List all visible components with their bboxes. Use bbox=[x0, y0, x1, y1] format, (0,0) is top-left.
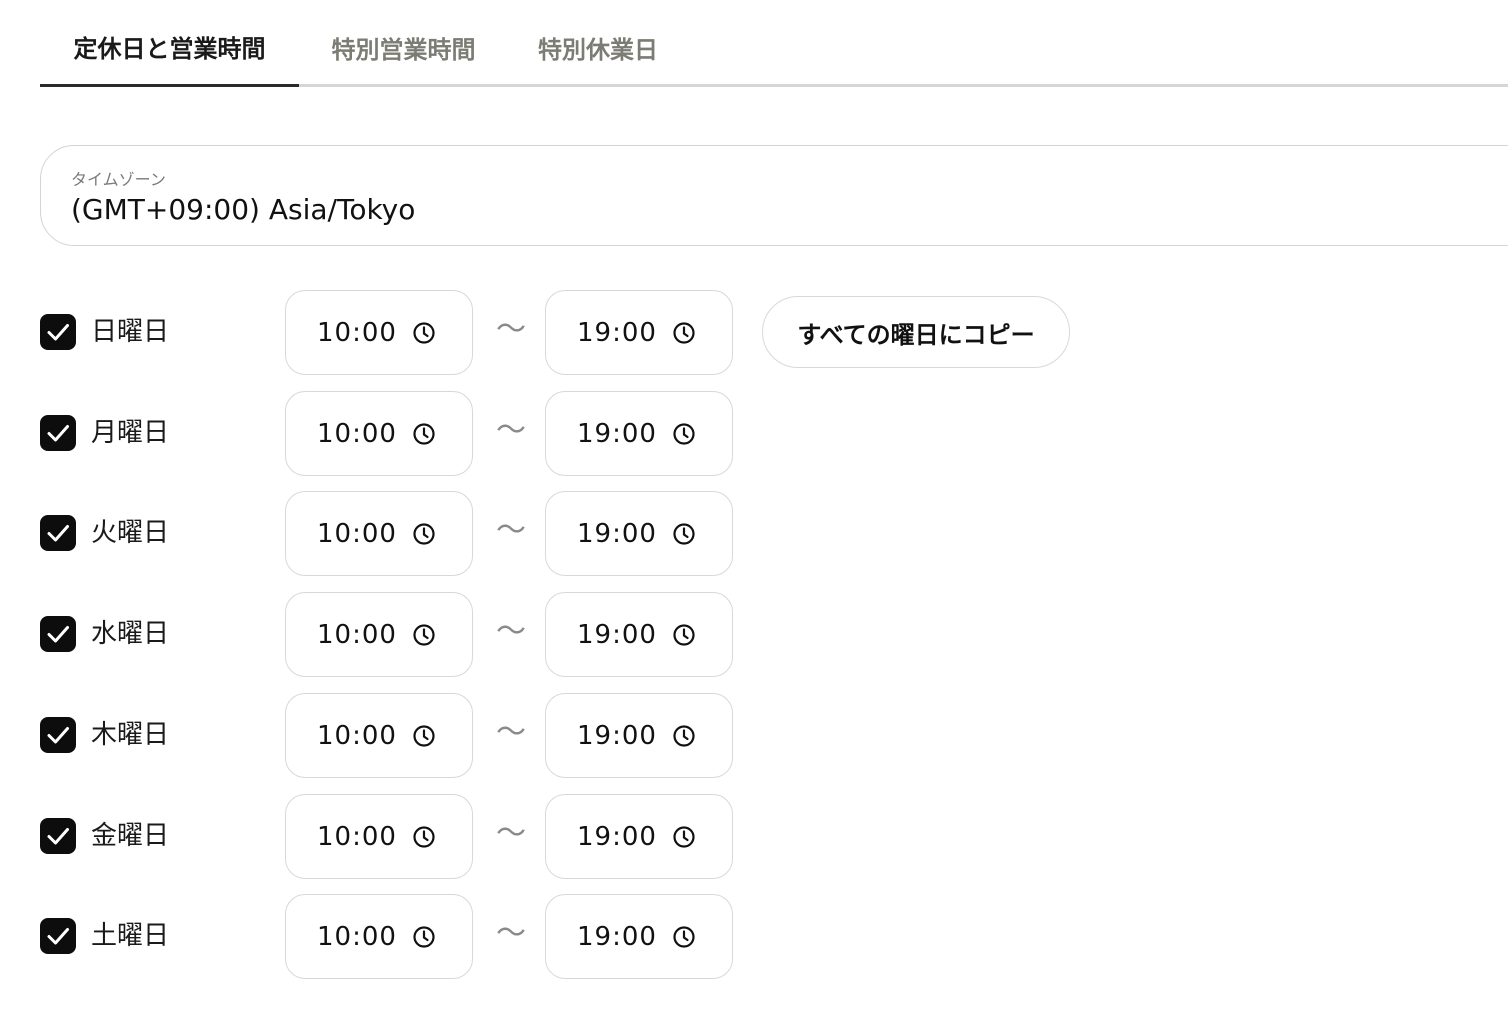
end-time-value: 19:00 bbox=[577, 721, 657, 751]
check-icon bbox=[47, 928, 69, 945]
end-time-input[interactable]: 19:00 bbox=[545, 592, 733, 677]
range-separator: 〜 bbox=[496, 916, 526, 951]
clock-icon bbox=[673, 725, 695, 747]
timezone-select[interactable]: タイムゾーン (GMT+09:00) Asia/Tokyo bbox=[40, 145, 1508, 246]
day-checkbox[interactable] bbox=[40, 717, 76, 753]
clock-icon bbox=[673, 523, 695, 545]
end-time-input[interactable]: 19:00 bbox=[545, 693, 733, 778]
clock-icon bbox=[413, 423, 435, 445]
start-time-value: 10:00 bbox=[317, 721, 397, 751]
clock-icon bbox=[673, 624, 695, 646]
clock-icon bbox=[413, 523, 435, 545]
start-time-input[interactable]: 10:00 bbox=[285, 391, 473, 476]
start-time-input[interactable]: 10:00 bbox=[285, 592, 473, 677]
tab-special-hours[interactable]: 特別営業時間 bbox=[299, 0, 508, 87]
clock-icon bbox=[673, 926, 695, 948]
clock-icon bbox=[673, 826, 695, 848]
end-time-value: 19:00 bbox=[577, 318, 657, 348]
day-label: 月曜日 bbox=[91, 418, 170, 448]
timezone-label: タイムゾーン bbox=[71, 170, 166, 189]
clock-icon bbox=[673, 423, 695, 445]
tab-label: 特別営業時間 bbox=[331, 36, 476, 64]
end-time-input[interactable]: 19:00 bbox=[545, 391, 733, 476]
check-icon bbox=[47, 626, 69, 643]
check-icon bbox=[47, 425, 69, 442]
end-time-value: 19:00 bbox=[577, 519, 657, 549]
business-hours-page: 定休日と営業時間 特別営業時間 特別休業日 タイムゾーン (GMT+09:00)… bbox=[0, 0, 1508, 1022]
day-row-monday: 月曜日 10:00 〜 19:00 bbox=[0, 391, 1508, 476]
end-time-value: 19:00 bbox=[577, 922, 657, 952]
range-separator: 〜 bbox=[496, 715, 526, 750]
range-separator: 〜 bbox=[496, 513, 526, 548]
start-time-value: 10:00 bbox=[317, 318, 397, 348]
end-time-input[interactable]: 19:00 bbox=[545, 491, 733, 576]
check-icon bbox=[47, 324, 69, 341]
check-icon bbox=[47, 828, 69, 845]
end-time-input[interactable]: 19:00 bbox=[545, 290, 733, 375]
tab-label: 定休日と営業時間 bbox=[73, 34, 266, 63]
start-time-input[interactable]: 10:00 bbox=[285, 693, 473, 778]
day-label: 火曜日 bbox=[91, 518, 170, 548]
start-time-value: 10:00 bbox=[317, 519, 397, 549]
tab-label: 特別休業日 bbox=[538, 36, 658, 64]
timezone-value: (GMT+09:00) Asia/Tokyo bbox=[71, 193, 416, 226]
day-row-wednesday: 水曜日 10:00 〜 19:00 bbox=[0, 592, 1508, 677]
range-separator: 〜 bbox=[496, 614, 526, 649]
start-time-value: 10:00 bbox=[317, 620, 397, 650]
day-row-tuesday: 火曜日 10:00 〜 19:00 bbox=[0, 491, 1508, 576]
end-time-value: 19:00 bbox=[577, 822, 657, 852]
clock-icon bbox=[413, 725, 435, 747]
day-label: 水曜日 bbox=[91, 619, 170, 649]
day-checkbox[interactable] bbox=[40, 415, 76, 451]
day-row-sunday: 日曜日 10:00 〜 19:00 すべての曜日にコピー bbox=[0, 290, 1508, 375]
check-icon bbox=[47, 525, 69, 542]
clock-icon bbox=[413, 322, 435, 344]
start-time-input[interactable]: 10:00 bbox=[285, 894, 473, 979]
day-label: 土曜日 bbox=[91, 921, 170, 951]
day-row-saturday: 土曜日 10:00 〜 19:00 bbox=[0, 894, 1508, 979]
end-time-value: 19:00 bbox=[577, 620, 657, 650]
start-time-input[interactable]: 10:00 bbox=[285, 794, 473, 879]
day-checkbox[interactable] bbox=[40, 918, 76, 954]
start-time-value: 10:00 bbox=[317, 922, 397, 952]
check-icon bbox=[47, 727, 69, 744]
day-checkbox[interactable] bbox=[40, 818, 76, 854]
clock-icon bbox=[413, 826, 435, 848]
range-separator: 〜 bbox=[496, 816, 526, 851]
copy-to-all-days-button[interactable]: すべての曜日にコピー bbox=[762, 296, 1070, 368]
range-separator: 〜 bbox=[496, 312, 526, 347]
day-checkbox[interactable] bbox=[40, 314, 76, 350]
clock-icon bbox=[413, 624, 435, 646]
start-time-value: 10:00 bbox=[317, 822, 397, 852]
tab-bar: 定休日と営業時間 特別営業時間 特別休業日 bbox=[40, 0, 1508, 87]
end-time-input[interactable]: 19:00 bbox=[545, 894, 733, 979]
day-row-thursday: 木曜日 10:00 〜 19:00 bbox=[0, 693, 1508, 778]
end-time-value: 19:00 bbox=[577, 419, 657, 449]
tab-regular-hours[interactable]: 定休日と営業時間 bbox=[40, 0, 299, 87]
day-row-friday: 金曜日 10:00 〜 19:00 bbox=[0, 794, 1508, 879]
tab-special-holidays[interactable]: 特別休業日 bbox=[508, 0, 688, 87]
day-label: 金曜日 bbox=[91, 821, 170, 851]
day-checkbox[interactable] bbox=[40, 515, 76, 551]
range-separator: 〜 bbox=[496, 413, 526, 448]
start-time-value: 10:00 bbox=[317, 419, 397, 449]
start-time-input[interactable]: 10:00 bbox=[285, 491, 473, 576]
day-label: 日曜日 bbox=[91, 317, 170, 347]
day-label: 木曜日 bbox=[91, 720, 170, 750]
clock-icon bbox=[413, 926, 435, 948]
clock-icon bbox=[673, 322, 695, 344]
end-time-input[interactable]: 19:00 bbox=[545, 794, 733, 879]
day-checkbox[interactable] bbox=[40, 616, 76, 652]
start-time-input[interactable]: 10:00 bbox=[285, 290, 473, 375]
